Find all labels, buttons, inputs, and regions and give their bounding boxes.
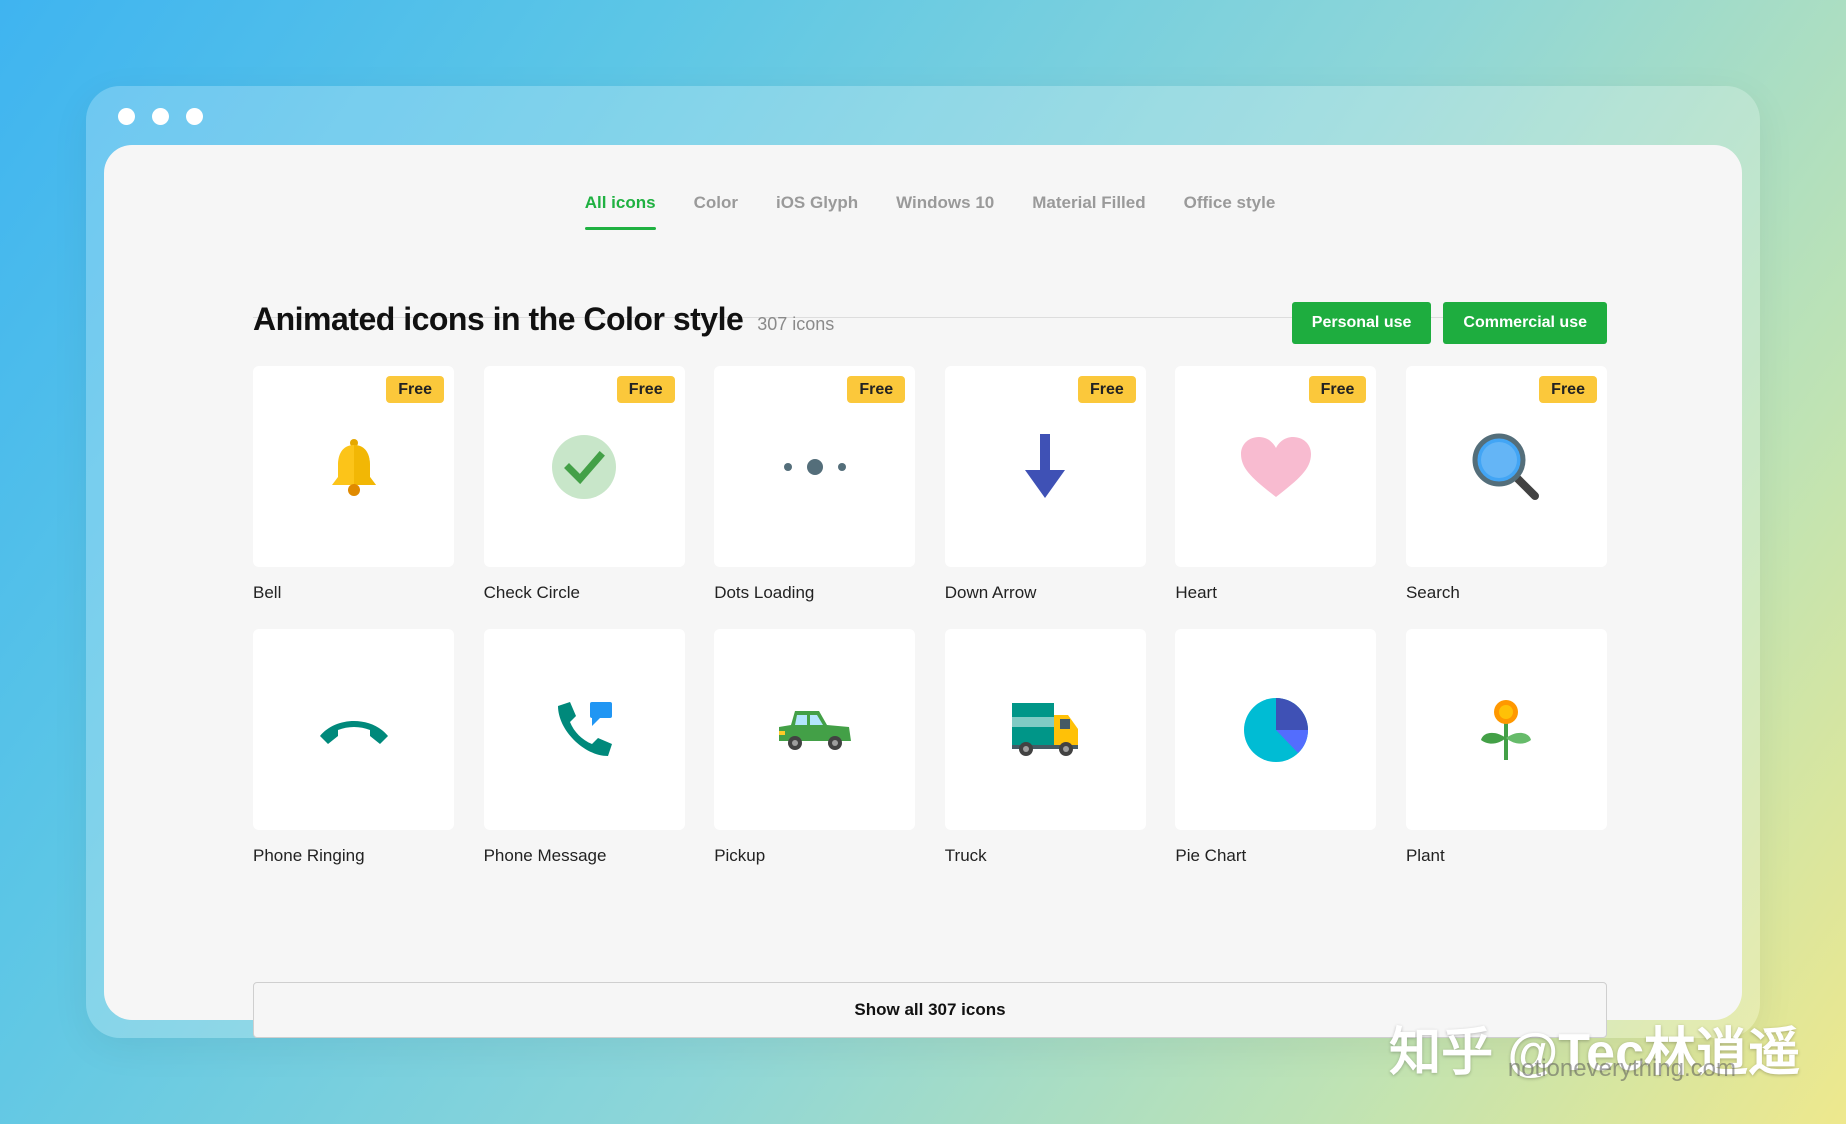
pie-chart-icon: [1242, 696, 1310, 764]
window-dot-icon[interactable]: [118, 108, 135, 125]
icon-card[interactable]: [1405, 629, 1607, 830]
phone-message-icon: [554, 700, 614, 760]
search-icon: [1471, 432, 1541, 502]
icon-tile-phone-message: Phone Message: [483, 629, 685, 868]
icon-name[interactable]: Plant: [1406, 846, 1607, 868]
page-title: Animated icons in the Color style: [253, 301, 744, 337]
icon-name[interactable]: Heart: [1175, 583, 1376, 605]
license-buttons: Personal use Commercial use: [1291, 302, 1607, 344]
icon-card[interactable]: [714, 629, 916, 830]
icon-name[interactable]: Bell: [253, 583, 454, 605]
heart-icon: [1239, 435, 1313, 499]
icon-tile-pickup: Pickup: [714, 629, 916, 868]
icon-card[interactable]: Free: [483, 366, 685, 567]
icon-card[interactable]: Free: [1175, 366, 1377, 567]
window-dot-icon[interactable]: [152, 108, 169, 125]
page-content: All icons Color iOS Glyph Windows 10 Mat…: [104, 145, 1742, 1038]
icon-tile-bell: Free Bell: [253, 366, 454, 605]
dots-loading-icon: [782, 457, 848, 477]
icon-tile-heart: Free Heart: [1175, 366, 1377, 605]
tab-office-style[interactable]: Office style: [1184, 193, 1276, 229]
free-badge: Free: [1077, 376, 1136, 403]
icon-name[interactable]: Dots Loading: [714, 583, 915, 605]
icon-tile-truck: Truck: [944, 629, 1146, 868]
icon-tile-check-circle: Free Check Circle: [483, 366, 685, 605]
tab-all-icons[interactable]: All icons: [584, 193, 656, 230]
icon-name[interactable]: Pie Chart: [1175, 846, 1376, 868]
icon-card[interactable]: Free: [944, 366, 1146, 567]
icon-tile-phone-ringing: Phone Ringing: [253, 629, 454, 868]
plant-icon: [1479, 698, 1533, 762]
icon-tile-search: Free Search: [1405, 366, 1607, 605]
down-arrow-icon: [1023, 433, 1067, 500]
icon-tile-down-arrow: Free Down Arrow: [944, 366, 1146, 605]
icon-card[interactable]: [253, 629, 454, 830]
icon-name[interactable]: Truck: [945, 846, 1146, 868]
phone-ringing-icon: [316, 712, 392, 748]
browser-window: All icons Color iOS Glyph Windows 10 Mat…: [86, 86, 1760, 1038]
truck-icon: [1010, 701, 1080, 759]
tab-windows-10[interactable]: Windows 10: [896, 193, 994, 229]
pickup-icon: [777, 707, 853, 753]
window-controls: [118, 108, 203, 125]
check-circle-icon: [551, 434, 617, 500]
icon-name[interactable]: Phone Message: [484, 846, 685, 868]
free-badge: Free: [616, 376, 675, 403]
icon-card[interactable]: [1175, 629, 1377, 830]
free-badge: Free: [847, 376, 906, 403]
icon-card[interactable]: Free: [714, 366, 916, 567]
watermark-url: notioneverything.com: [1507, 1055, 1736, 1082]
icon-tile-dots-loading: Free Dots Loading: [714, 366, 916, 605]
personal-use-button[interactable]: Personal use: [1291, 302, 1432, 344]
section-heading: Animated icons in the Color style 307 ic…: [253, 301, 834, 338]
icon-card[interactable]: Free: [253, 366, 454, 567]
free-badge: Free: [1539, 376, 1597, 403]
tab-ios-glyph[interactable]: iOS Glyph: [776, 193, 858, 229]
icon-card[interactable]: Free: [1405, 366, 1607, 567]
icon-grid: Free Bell Free Check Circle Free Dots Lo…: [253, 366, 1607, 868]
style-tabs: All icons Color iOS Glyph Windows 10 Mat…: [253, 145, 1607, 318]
bell-icon: [322, 435, 386, 499]
icon-name[interactable]: Pickup: [714, 846, 915, 868]
icon-name[interactable]: Down Arrow: [945, 583, 1146, 605]
tab-material-filled[interactable]: Material Filled: [1032, 193, 1145, 229]
commercial-use-button[interactable]: Commercial use: [1443, 302, 1607, 344]
icon-card[interactable]: [944, 629, 1146, 830]
icon-card[interactable]: [483, 629, 685, 830]
free-badge: Free: [1308, 376, 1367, 403]
icon-name[interactable]: Phone Ringing: [253, 846, 454, 868]
free-badge: Free: [386, 376, 444, 403]
icon-tile-plant: Plant: [1405, 629, 1607, 868]
icon-count: 307 icons: [757, 314, 835, 334]
window-dot-icon[interactable]: [186, 108, 203, 125]
icon-name[interactable]: Check Circle: [484, 583, 685, 605]
icon-name[interactable]: Search: [1406, 583, 1607, 605]
tab-color[interactable]: Color: [694, 193, 738, 229]
icon-tile-pie-chart: Pie Chart: [1175, 629, 1377, 868]
